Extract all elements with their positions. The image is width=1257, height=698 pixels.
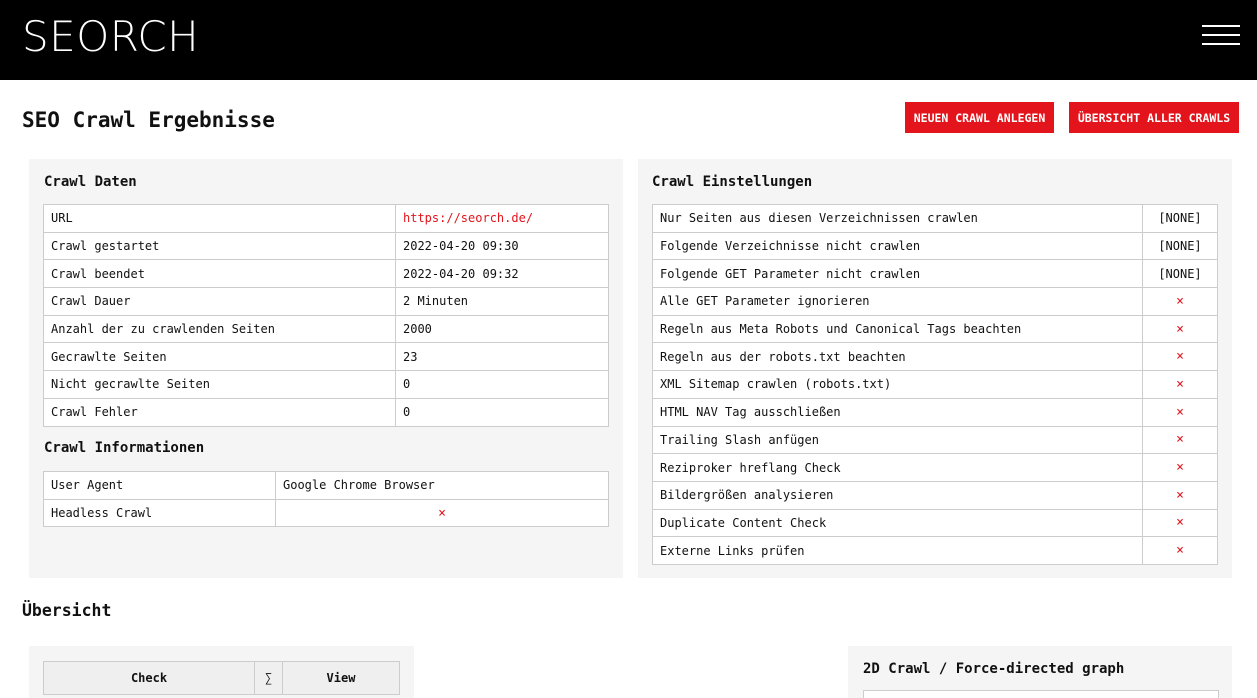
table-row: Trailing Slash anfügen × (652, 425, 1218, 455)
column-header-check[interactable]: Check (43, 661, 255, 695)
row-value: 2022-04-20 09:30 (395, 231, 609, 261)
cross-icon: × (275, 498, 609, 528)
table-row: Headless Crawl × (43, 498, 609, 528)
row-label: Headless Crawl (43, 498, 276, 528)
row-label: Gecrawlte Seiten (43, 342, 396, 372)
crawl-data-title: Crawl Daten (44, 174, 137, 190)
setting-label: Nur Seiten aus diesen Verzeichnissen cra… (652, 204, 1143, 233)
overview-title: Übersicht (22, 601, 112, 620)
menu-line (1202, 34, 1240, 36)
cross-icon: × (1142, 287, 1218, 316)
table-row: Crawl gestartet 2022-04-20 09:30 (43, 231, 609, 261)
setting-label: Duplicate Content Check (652, 508, 1143, 538)
setting-value: [NONE] (1142, 231, 1218, 261)
row-label: Crawl gestartet (43, 231, 396, 261)
graph-title: 2D Crawl / Force-directed graph (863, 661, 1125, 677)
table-header-row: Check ∑ View (43, 661, 400, 695)
table-row: HTML NAV Tag ausschließen × (652, 397, 1218, 427)
crawl-settings-table: Nur Seiten aus diesen Verzeichnissen cra… (652, 204, 1218, 565)
cross-icon: × (1142, 508, 1218, 538)
row-value: 2000 (395, 314, 609, 344)
checks-table: Check ∑ View (43, 661, 400, 695)
cross-icon: × (1142, 536, 1218, 565)
page-title: SEO Crawl Ergebnisse (22, 108, 275, 132)
setting-label: Externe Links prüfen (652, 536, 1143, 565)
row-value: 2022-04-20 09:32 (395, 259, 609, 289)
column-header-sum[interactable]: ∑ (254, 661, 283, 695)
top-navigation-bar: SEORCH (0, 0, 1257, 80)
site-logo[interactable]: SEORCH (22, 12, 199, 61)
row-value: 2 Minuten (395, 287, 609, 316)
table-row: Regeln aus Meta Robots und Canonical Tag… (652, 314, 1218, 344)
table-row: User Agent Google Chrome Browser (43, 471, 609, 500)
table-row: Folgende GET Parameter nicht crawlen [NON… (652, 259, 1218, 289)
table-row: Duplicate Content Check × (652, 508, 1218, 538)
table-row: Crawl beendet 2022-04-20 09:32 (43, 259, 609, 289)
setting-label: Reziproker hreflang Check (652, 453, 1143, 482)
crawl-url-link[interactable]: https://seorch.de/ (395, 204, 609, 233)
table-row: Folgende Verzeichnisse nicht crawlen [NON… (652, 231, 1218, 261)
setting-value: [NONE] (1142, 259, 1218, 289)
table-row: XML Sitemap crawlen (robots.txt) × (652, 370, 1218, 399)
table-row: Alle GET Parameter ignorieren × (652, 287, 1218, 316)
hamburger-menu-icon[interactable] (1202, 25, 1240, 47)
column-header-view[interactable]: View (282, 661, 400, 695)
cross-icon: × (1142, 453, 1218, 482)
new-crawl-button[interactable]: NEUEN CRAWL ANLEGEN (905, 102, 1054, 133)
table-row: Regeln aus der robots.txt beachten × (652, 342, 1218, 372)
table-row: URL https://seorch.de/ (43, 204, 609, 233)
force-graph-canvas[interactable] (863, 690, 1219, 698)
row-value: Google Chrome Browser (275, 471, 609, 500)
setting-label: XML Sitemap crawlen (robots.txt) (652, 370, 1143, 399)
setting-label: Regeln aus der robots.txt beachten (652, 342, 1143, 372)
menu-line (1202, 43, 1240, 45)
crawl-info-table: User Agent Google Chrome Browser Headles… (43, 471, 609, 528)
row-label: Nicht gecrawlte Seiten (43, 370, 396, 399)
cross-icon: × (1142, 370, 1218, 399)
setting-label: Alle GET Parameter ignorieren (652, 287, 1143, 316)
row-label: Crawl Dauer (43, 287, 396, 316)
cross-icon: × (1142, 342, 1218, 372)
all-crawls-button[interactable]: ÜBERSICHT ALLER CRAWLS (1069, 102, 1239, 133)
setting-label: Folgende Verzeichnisse nicht crawlen (652, 231, 1143, 261)
cross-icon: × (1142, 425, 1218, 455)
table-row: Nur Seiten aus diesen Verzeichnissen cra… (652, 204, 1218, 233)
row-value: 0 (395, 397, 609, 427)
table-row: Reziproker hreflang Check × (652, 453, 1218, 482)
table-row: Nicht gecrawlte Seiten 0 (43, 370, 609, 399)
table-row: Gecrawlte Seiten 23 (43, 342, 609, 372)
row-label: Crawl beendet (43, 259, 396, 289)
table-row: Externe Links prüfen × (652, 536, 1218, 565)
table-row: Crawl Dauer 2 Minuten (43, 287, 609, 316)
setting-label: HTML NAV Tag ausschließen (652, 397, 1143, 427)
row-value: 0 (395, 370, 609, 399)
crawl-settings-title: Crawl Einstellungen (652, 174, 813, 190)
row-label: Anzahl der zu crawlenden Seiten (43, 314, 396, 344)
crawl-data-table: URL https://seorch.de/ Crawl gestartet 2… (43, 204, 609, 427)
setting-label: Bildergrößen analysieren (652, 480, 1143, 510)
cross-icon: × (1142, 397, 1218, 427)
setting-label: Folgende GET Parameter nicht crawlen (652, 259, 1143, 289)
cross-icon: × (1142, 480, 1218, 510)
table-row: Bildergrößen analysieren × (652, 480, 1218, 510)
row-value: 23 (395, 342, 609, 372)
setting-value: [NONE] (1142, 204, 1218, 233)
table-row: Crawl Fehler 0 (43, 397, 609, 427)
row-label: User Agent (43, 471, 276, 500)
menu-line (1202, 25, 1240, 27)
row-label: URL (43, 204, 396, 233)
setting-label: Trailing Slash anfügen (652, 425, 1143, 455)
setting-label: Regeln aus Meta Robots und Canonical Tag… (652, 314, 1143, 344)
table-row: Anzahl der zu crawlenden Seiten 2000 (43, 314, 609, 344)
crawl-info-title: Crawl Informationen (44, 440, 205, 456)
row-label: Crawl Fehler (43, 397, 396, 427)
status-cross: × (438, 505, 446, 521)
cross-icon: × (1142, 314, 1218, 344)
